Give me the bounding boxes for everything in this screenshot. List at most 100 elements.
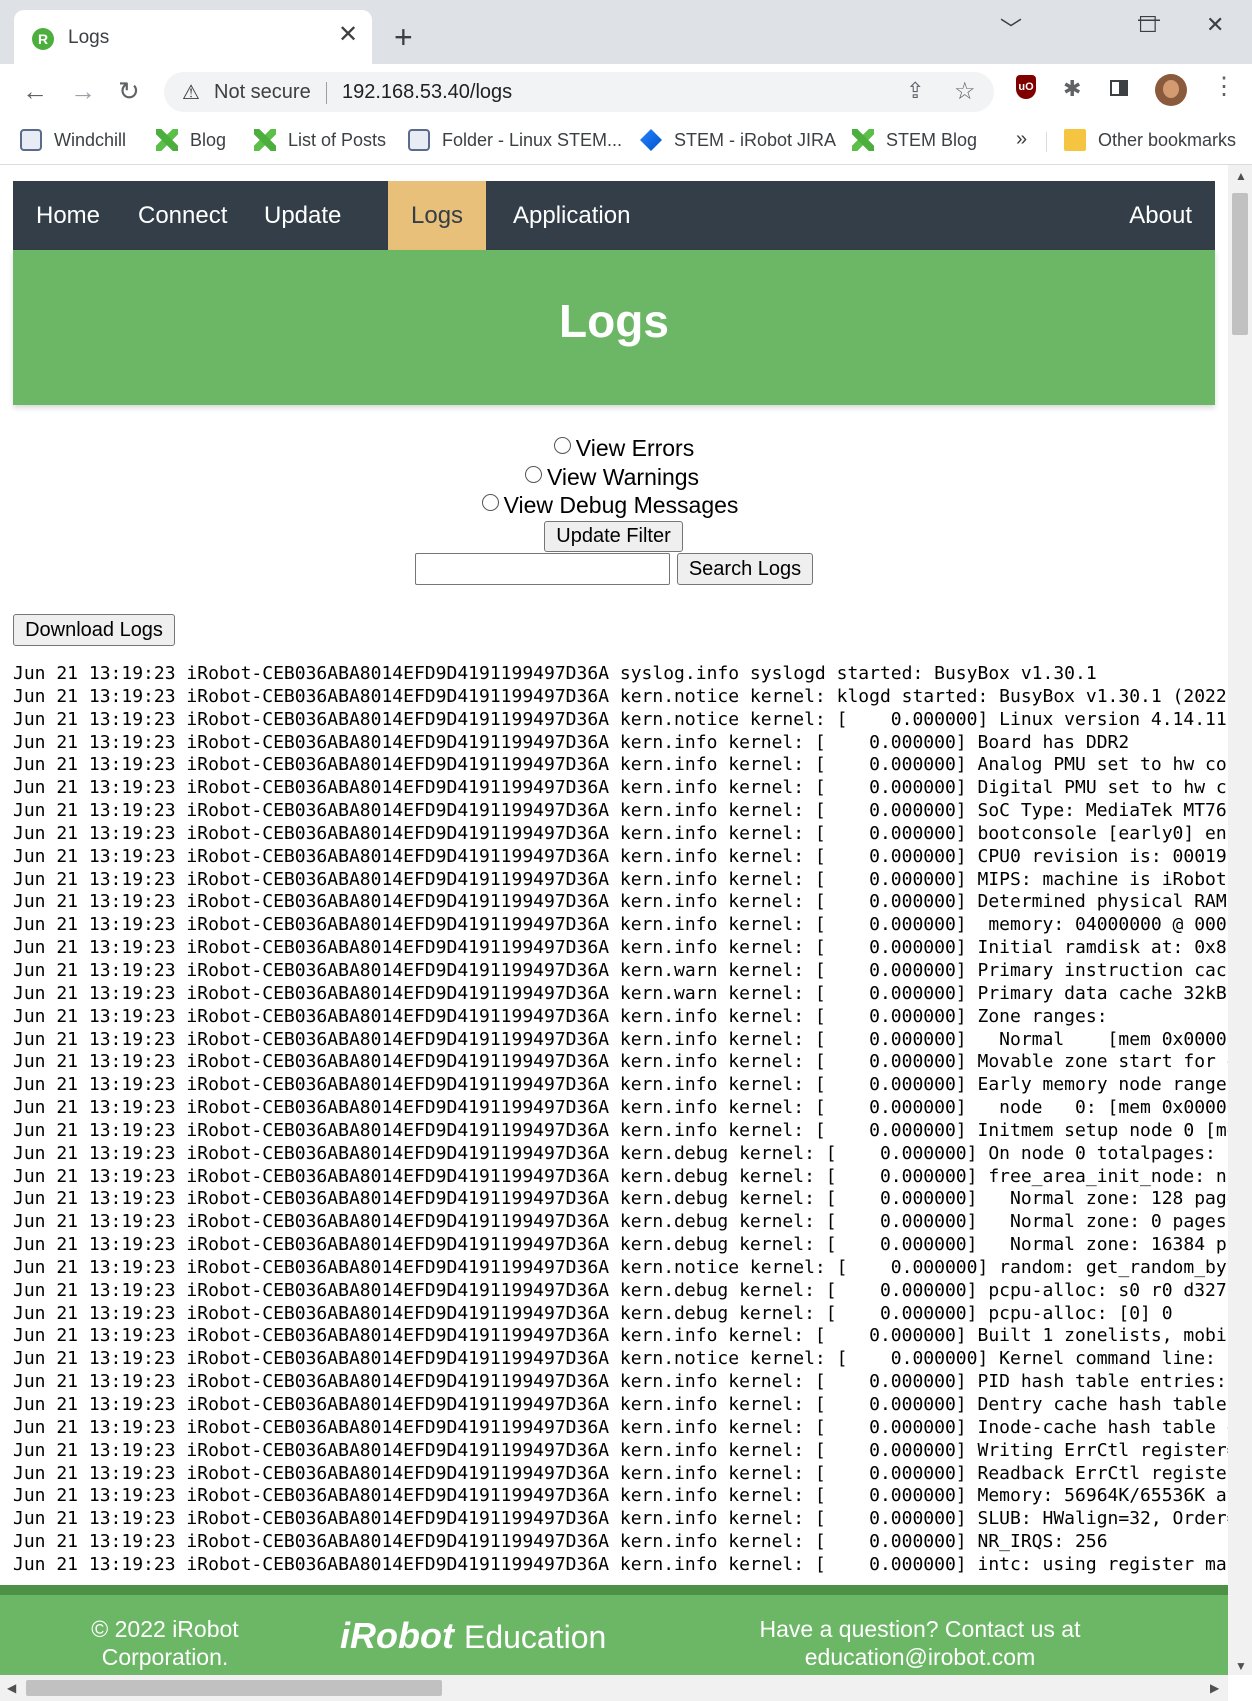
log-line: Jun 21 13:19:23 iRobot-CEB036ABA8014EFD9… (13, 937, 1228, 959)
log-line: Jun 21 13:19:23 iRobot-CEB036ABA8014EFD9… (13, 1553, 1228, 1575)
security-label[interactable]: Not secure (214, 81, 311, 104)
horizontal-scrollbar[interactable]: ◀ ▶ (0, 1675, 1228, 1701)
url-text[interactable]: 192.168.53.40/logs (342, 81, 512, 104)
nav-connect[interactable]: Connect (115, 181, 250, 250)
folder-icon (1064, 129, 1086, 151)
browser-menu-icon[interactable]: ⋮ (1212, 72, 1236, 101)
log-line: Jun 21 13:19:23 iRobot-CEB036ABA8014EFD9… (13, 708, 1228, 730)
log-line: Jun 21 13:19:23 iRobot-CEB036ABA8014EFD9… (13, 731, 1130, 753)
nav-update[interactable]: Update (241, 181, 364, 250)
tab-search-icon[interactable]: ﹀ (1000, 12, 1022, 44)
bookmark-label: Folder - Linux STEM... (442, 130, 623, 150)
log-line: Jun 21 13:19:23 iRobot-CEB036ABA8014EFD9… (13, 1211, 1228, 1233)
log-line: Jun 21 13:19:23 iRobot-CEB036ABA8014EFD9… (13, 777, 1228, 799)
jira-icon (640, 129, 662, 151)
log-line: Jun 21 13:19:23 iRobot-CEB036ABA8014EFD9… (13, 845, 1228, 867)
page-viewport: Home Connect Update Logs Application Abo… (0, 165, 1228, 1675)
close-window-button[interactable]: ✕ (1206, 12, 1224, 38)
scroll-up-icon[interactable]: ▲ (1235, 169, 1247, 183)
log-line: Jun 21 13:19:23 iRobot-CEB036ABA8014EFD9… (13, 868, 1228, 890)
extensions-puzzle-icon[interactable]: ✱ (1063, 76, 1081, 102)
horizontal-scroll-thumb[interactable] (26, 1680, 442, 1696)
bookmark-blog[interactable]: Blog (156, 129, 226, 151)
bookmark-label: STEM Blog (886, 130, 978, 150)
nav-application[interactable]: Application (490, 181, 653, 250)
bookmarks-overflow-button[interactable]: » (1016, 128, 1027, 151)
irobot-x-icon (852, 129, 874, 151)
log-output: Jun 21 13:19:23 iRobot-CEB036ABA8014EFD9… (13, 663, 1228, 1577)
close-tab-icon[interactable]: ✕ (338, 22, 358, 48)
log-line: Jun 21 13:19:23 iRobot-CEB036ABA8014EFD9… (13, 1028, 1228, 1050)
log-line: Jun 21 13:19:23 iRobot-CEB036ABA8014EFD9… (13, 1119, 1228, 1141)
bookmark-label: STEM - iRobot JIRA (674, 130, 837, 150)
other-bookmarks[interactable]: Other bookmarks (1064, 129, 1236, 151)
page-header: Logs (13, 250, 1215, 405)
warning-icon[interactable]: ⚠ (182, 80, 200, 105)
log-line: Jun 21 13:19:23 iRobot-CEB036ABA8014EFD9… (13, 663, 1097, 684)
omnibox-divider (326, 82, 327, 104)
maximize-button[interactable]: ☐ (1138, 12, 1158, 38)
contact-line: Have a question? Contact us at (759, 1616, 1081, 1642)
radio-debug[interactable] (481, 494, 499, 511)
log-line: Jun 21 13:19:23 iRobot-CEB036ABA8014EFD9… (13, 754, 1228, 776)
scroll-right-icon[interactable]: ▶ (1210, 1681, 1219, 1695)
log-line: Jun 21 13:19:23 iRobot-CEB036ABA8014EFD9… (13, 1462, 1228, 1484)
bookmark-star-icon[interactable]: ☆ (954, 77, 976, 106)
scroll-left-icon[interactable]: ◀ (7, 1681, 16, 1695)
log-line: Jun 21 13:19:23 iRobot-CEB036ABA8014EFD9… (13, 1371, 1228, 1393)
side-panel-icon[interactable] (1110, 80, 1128, 96)
download-logs-button[interactable]: Download Logs (13, 614, 175, 646)
logo-product: Education (463, 1619, 607, 1655)
bookmarks-bar: Windchill Blog List of Posts Folder - Li… (0, 120, 1252, 165)
back-button[interactable]: ← (22, 76, 48, 106)
filter-label: View Errors (575, 435, 695, 461)
filter-option-errors[interactable]: View Errors (10, 435, 1228, 462)
ublock-extension-icon[interactable]: uO (1016, 75, 1036, 99)
log-line: Jun 21 13:19:23 iRobot-CEB036ABA8014EFD9… (13, 1142, 1228, 1164)
filter-option-warnings[interactable]: View Warnings (0, 464, 1226, 491)
address-bar[interactable]: ⚠ Not secure 192.168.53.40/logs ⇪ ☆ (164, 72, 994, 112)
bookmark-windchill[interactable]: Windchill (20, 129, 126, 151)
log-line: Jun 21 13:19:23 iRobot-CEB036ABA8014EFD9… (13, 1485, 1228, 1507)
bookmark-folder-linux-stem[interactable]: Folder - Linux STEM... (408, 129, 622, 151)
scroll-down-icon[interactable]: ▼ (1235, 1659, 1247, 1673)
nav-about[interactable]: About (1106, 181, 1215, 250)
copyright-line: © 2022 iRobot (91, 1616, 239, 1642)
radio-warnings[interactable] (524, 466, 542, 483)
profile-avatar[interactable] (1155, 74, 1187, 106)
log-line: Jun 21 13:19:23 iRobot-CEB036ABA8014EFD9… (13, 1051, 1228, 1073)
search-logs-button[interactable]: Search Logs (677, 553, 813, 585)
filter-label: View Warnings (546, 464, 700, 490)
log-line: Jun 21 13:19:23 iRobot-CEB036ABA8014EFD9… (13, 1074, 1228, 1096)
log-line: Jun 21 13:19:23 iRobot-CEB036ABA8014EFD9… (13, 1348, 1228, 1370)
forward-button[interactable]: → (70, 76, 96, 106)
share-icon[interactable]: ⇪ (906, 78, 924, 104)
contact-email-link[interactable]: education@irobot.com (720, 1643, 1120, 1671)
filter-option-debug[interactable]: View Debug Messages (0, 492, 1224, 519)
log-line: Jun 21 13:19:23 iRobot-CEB036ABA8014EFD9… (13, 1165, 1228, 1187)
log-line: Jun 21 13:19:23 iRobot-CEB036ABA8014EFD9… (13, 1325, 1228, 1347)
update-filter-button[interactable]: Update Filter (544, 521, 683, 552)
vertical-scroll-thumb[interactable] (1232, 193, 1248, 335)
log-line: Jun 21 13:19:23 iRobot-CEB036ABA8014EFD9… (13, 800, 1228, 822)
bookmarks-divider (1046, 132, 1047, 152)
bookmark-label: Other bookmarks (1098, 130, 1237, 150)
copyright-line: Corporation. (101, 1644, 229, 1670)
log-line: Jun 21 13:19:23 iRobot-CEB036ABA8014EFD9… (13, 1531, 1108, 1553)
reload-button[interactable]: ↻ (118, 76, 140, 106)
logo-brand: iRobot (340, 1615, 454, 1656)
nav-home[interactable]: Home (13, 181, 123, 250)
bookmark-stem-jira[interactable]: STEM - iRobot JIRA (640, 129, 836, 151)
search-input[interactable] (415, 553, 670, 585)
log-line: Jun 21 13:19:23 iRobot-CEB036ABA8014EFD9… (13, 914, 1228, 936)
nav-logs[interactable]: Logs (388, 181, 487, 250)
vertical-scrollbar[interactable]: ▲ ▼ (1228, 165, 1252, 1675)
radio-errors[interactable] (553, 437, 571, 454)
new-tab-button[interactable]: + (394, 20, 413, 54)
bookmark-list-of-posts[interactable]: List of Posts (254, 129, 386, 151)
log-line: Jun 21 13:19:23 iRobot-CEB036ABA8014EFD9… (13, 822, 1228, 844)
tab-logs[interactable]: R Logs ✕ (14, 10, 372, 64)
log-line: Jun 21 13:19:23 iRobot-CEB036ABA8014EFD9… (13, 891, 1228, 913)
bookmark-stem-blog[interactable]: STEM Blog (852, 129, 977, 151)
irobot-favicon-icon: R (32, 28, 54, 50)
